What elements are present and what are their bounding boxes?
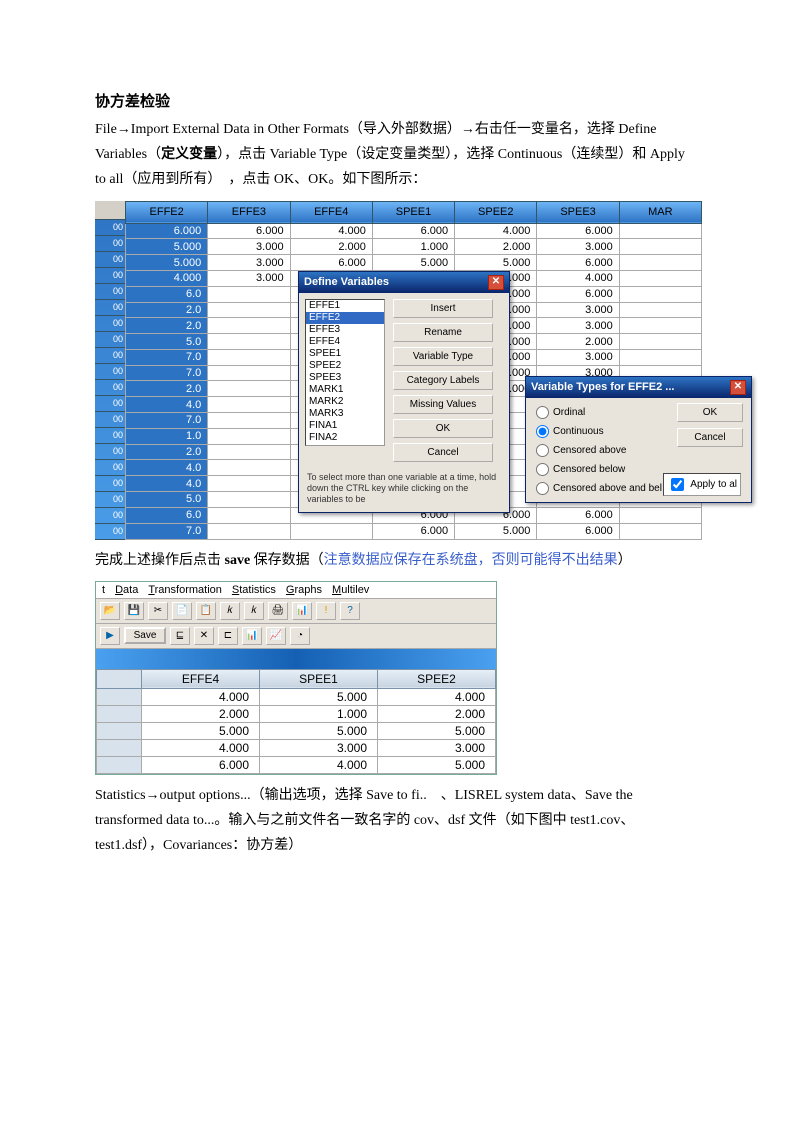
- ok-button[interactable]: OK: [393, 419, 493, 438]
- list-item[interactable]: MARK2: [306, 396, 384, 408]
- list-item[interactable]: EFFE1: [306, 300, 384, 312]
- text: ）: [618, 553, 632, 568]
- screenshot-save-data: t Data Transformation Statistics Graphs …: [95, 581, 497, 775]
- cut-icon[interactable]: ✂: [148, 602, 168, 620]
- save-button[interactable]: Save: [124, 627, 166, 644]
- menu-item[interactable]: Statistics: [232, 584, 276, 596]
- missing-values-button[interactable]: Missing Values: [393, 395, 493, 414]
- data-grid-2[interactable]: EFFE4 SPEE1 SPEE2 4.0005.0004.000 2.0001…: [96, 669, 496, 774]
- menu-item[interactable]: t: [102, 584, 105, 596]
- menu-bar[interactable]: t Data Transformation Statistics Graphs …: [96, 582, 496, 599]
- dialog-titlebar[interactable]: Define Variables ✕: [299, 272, 509, 293]
- instruction-paragraph-3: Statistics→output options...（输出选项，选择 Sav…: [95, 783, 698, 859]
- col-header[interactable]: SPEE3: [537, 201, 619, 223]
- bold-term: 定义变量: [161, 147, 217, 162]
- tool-icon[interactable]: 𝑘: [220, 602, 240, 620]
- cancel-button[interactable]: Cancel: [393, 443, 493, 462]
- col-header[interactable]: EFFE2: [126, 201, 208, 223]
- menu-item[interactable]: Graphs: [286, 584, 322, 596]
- col-header[interactable]: SPEE2: [378, 669, 496, 688]
- col-header[interactable]: MAR: [619, 201, 701, 223]
- col-header[interactable]: SPEE1: [260, 669, 378, 688]
- text: 保存数据（: [250, 553, 324, 568]
- apply-to-all-checkbox[interactable]: Apply to al: [663, 473, 741, 496]
- save-icon[interactable]: 💾: [124, 602, 144, 620]
- list-item[interactable]: FINA1: [306, 420, 384, 432]
- list-item[interactable]: SPEE1: [306, 348, 384, 360]
- cancel-button[interactable]: Cancel: [677, 428, 743, 447]
- barchart-icon[interactable]: 📊: [242, 627, 262, 645]
- close-icon[interactable]: ✕: [730, 380, 746, 395]
- tool-icon[interactable]: ⊏: [218, 627, 238, 645]
- instruction-paragraph-1: File→Import External Data in Other Forma…: [95, 117, 698, 193]
- list-item[interactable]: MARK3: [306, 408, 384, 420]
- list-item[interactable]: EFFE4: [306, 336, 384, 348]
- rename-button[interactable]: Rename: [393, 323, 493, 342]
- dialog-hint-text: To select more than one variable at a ti…: [299, 468, 509, 509]
- linechart-icon[interactable]: 📈: [266, 627, 286, 645]
- tool-icon[interactable]: 𝑘: [244, 602, 264, 620]
- variable-listbox[interactable]: EFFE1 EFFE2 EFFE3 EFFE4 SPEE1 SPEE2 SPEE…: [305, 299, 385, 446]
- gradient-band: [96, 649, 496, 669]
- copy-icon[interactable]: 📄: [172, 602, 192, 620]
- list-item[interactable]: FINA3: [306, 444, 384, 446]
- define-variables-dialog: Define Variables ✕ EFFE1 EFFE2 EFFE3 EFF…: [298, 271, 510, 513]
- col-header[interactable]: EFFE4: [142, 669, 260, 688]
- menu-item[interactable]: Data: [115, 584, 138, 596]
- list-item[interactable]: SPEE3: [306, 372, 384, 384]
- list-item[interactable]: MARK1: [306, 384, 384, 396]
- row-header-stub: 0000 0000 0000 0000 0000 0000 0000 0000 …: [95, 201, 125, 540]
- col-header[interactable]: EFFE4: [290, 201, 372, 223]
- text: 完成上述操作后点击: [95, 553, 225, 568]
- list-item[interactable]: EFFE2: [306, 312, 384, 324]
- print-icon[interactable]: 🖨: [268, 602, 288, 620]
- menu-item[interactable]: Transformation: [148, 584, 222, 596]
- paste-icon[interactable]: 📋: [196, 602, 216, 620]
- list-item[interactable]: EFFE3: [306, 324, 384, 336]
- blue-note: 注意数据应保存在系统盘，否则可能得不出结果: [324, 553, 618, 568]
- info-icon[interactable]: !: [316, 602, 336, 620]
- col-header[interactable]: SPEE2: [455, 201, 537, 223]
- corner-cell: [97, 669, 142, 688]
- dialog-titlebar[interactable]: Variable Types for EFFE2 ... ✕: [526, 377, 751, 398]
- toolbar-row-2: ▶ Save ⊑ ✕ ⊏ 📊 📈 ◔: [96, 624, 496, 649]
- open-icon[interactable]: 📂: [100, 602, 120, 620]
- insert-button[interactable]: Insert: [393, 299, 493, 318]
- close-icon[interactable]: ✕: [488, 275, 504, 290]
- variable-type-button[interactable]: Variable Type: [393, 347, 493, 366]
- chart-icon[interactable]: 📊: [292, 602, 312, 620]
- piechart-icon[interactable]: ◔: [290, 627, 310, 645]
- ok-button[interactable]: OK: [677, 403, 743, 422]
- cancel-icon[interactable]: ✕: [194, 627, 214, 645]
- col-header[interactable]: EFFE3: [208, 201, 290, 223]
- col-header[interactable]: SPEE1: [372, 201, 454, 223]
- list-item[interactable]: SPEE2: [306, 360, 384, 372]
- menu-item[interactable]: Multilev: [332, 584, 369, 596]
- category-labels-button[interactable]: Category Labels: [393, 371, 493, 390]
- dialog-title: Variable Types for EFFE2 ...: [531, 381, 674, 393]
- list-item[interactable]: FINA2: [306, 432, 384, 444]
- toolbar-row-1: 📂 💾 ✂ 📄 📋 𝑘 𝑘 🖨 📊 ! ?: [96, 599, 496, 624]
- dialog-title: Define Variables: [304, 276, 389, 288]
- instruction-paragraph-2: 完成上述操作后点击 save 保存数据（注意数据应保存在系统盘，否则可能得不出结…: [95, 548, 698, 573]
- play-icon[interactable]: ▶: [100, 627, 120, 645]
- help-icon[interactable]: ?: [340, 602, 360, 620]
- section-heading: 协方差检验: [95, 90, 698, 111]
- bold-term: save: [225, 553, 251, 568]
- tool-icon[interactable]: ⊑: [170, 627, 190, 645]
- screenshot-define-variables: 0000 0000 0000 0000 0000 0000 0000 0000 …: [95, 201, 702, 540]
- variable-types-dialog: Variable Types for EFFE2 ... ✕ Ordinal C…: [525, 376, 752, 503]
